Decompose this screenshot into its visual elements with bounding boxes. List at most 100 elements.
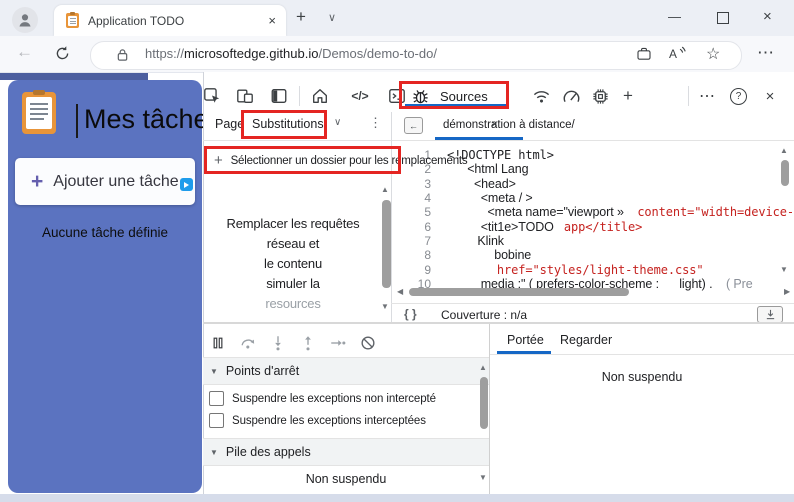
tab-close-icon[interactable]: × <box>268 13 276 28</box>
settings-more-button[interactable]: ⋯ <box>757 43 774 63</box>
code-line[interactable]: <meta / > <box>447 191 533 205</box>
devtools-more-button[interactable]: ⋯ <box>695 84 719 108</box>
tab-elements[interactable]: </> <box>348 84 372 108</box>
sources-tab-label[interactable]: Sources <box>440 89 488 104</box>
editor-scroll-down-icon[interactable]: ▼ <box>780 266 788 274</box>
todo-app-panel <box>8 80 202 493</box>
browser-tab[interactable]: Application TODO × <box>54 5 286 36</box>
gutter-line-number[interactable]: 8 <box>395 248 431 262</box>
inspect-icon <box>203 87 221 105</box>
translate-badge-icon <box>180 178 193 191</box>
code-line[interactable]: href="styles/light-theme.css" <box>447 263 704 277</box>
coverage-status: Couverture : n/a <box>441 308 527 322</box>
person-icon <box>17 12 33 28</box>
gutter-line-number[interactable]: 9 <box>395 263 431 277</box>
editor-scrollbar-thumb[interactable] <box>781 160 789 186</box>
tab-performance[interactable] <box>559 84 583 108</box>
window-close-button[interactable]: × <box>763 8 772 25</box>
add-task-label: Ajouter une tâche <box>53 173 178 191</box>
split-screen-button[interactable] <box>636 46 652 62</box>
clipboard-icon <box>22 92 56 134</box>
editor-tab-close-icon[interactable]: × <box>491 117 498 131</box>
code-line[interactable]: <tit1e>TODO app</title> <box>447 220 642 234</box>
lock-icon[interactable] <box>116 48 129 62</box>
editor-scroll-right-icon[interactable]: ▶ <box>784 288 790 296</box>
gutter-line-number[interactable]: 3 <box>395 177 431 191</box>
caught-exceptions-label[interactable]: Suspendre les exceptions interceptées <box>232 415 426 427</box>
editor-tab-label[interactable]: démonstration à distance/ <box>443 119 575 131</box>
code-line[interactable]: bobine <box>447 248 531 262</box>
debugger-scroll-up-icon[interactable]: ▲ <box>479 364 487 372</box>
code-line[interactable]: Klink <box>447 234 504 248</box>
bottom-panels-divider[interactable] <box>489 324 490 494</box>
focus-mode-button[interactable] <box>267 84 291 108</box>
watch-tab[interactable]: Regarder <box>560 333 612 347</box>
navigator-scrollbar-thumb[interactable] <box>382 200 391 288</box>
scroll-down-icon[interactable]: ▼ <box>381 303 389 311</box>
resources-link[interactable]: resources <box>203 296 383 311</box>
window-minimize-button[interactable]: — <box>668 9 681 24</box>
new-tab-button[interactable]: + <box>296 7 306 27</box>
navigator-tab-overrides[interactable]: Substitutions <box>252 117 324 131</box>
uncaught-exceptions-checkbox[interactable] <box>209 391 224 406</box>
step-into-button[interactable] <box>266 331 290 355</box>
read-aloud-button[interactable]: A <box>668 45 687 62</box>
editor-scroll-up-icon[interactable]: ▲ <box>780 147 788 155</box>
layout-panel-icon <box>270 87 288 105</box>
devtools-help-button[interactable]: ? <box>730 88 747 105</box>
step-over-button[interactable] <box>236 331 260 355</box>
pause-icon <box>210 335 226 351</box>
navigator-tab-page[interactable]: Page <box>215 117 244 131</box>
horizontal-splitter[interactable] <box>203 322 794 324</box>
editor-scroll-left-icon[interactable]: ◀ <box>397 288 403 296</box>
caught-exceptions-checkbox[interactable] <box>209 413 224 428</box>
profile-button[interactable] <box>12 7 38 33</box>
step-out-button[interactable] <box>296 331 320 355</box>
gutter-line-number[interactable]: 6 <box>395 220 431 234</box>
editor-tab-underline <box>435 137 523 140</box>
inspect-element-button[interactable] <box>200 84 224 108</box>
url-text[interactable]: https://microsoftedge.github.io/Demos/de… <box>145 46 437 61</box>
tab-network[interactable] <box>529 84 553 108</box>
navigator-kebab-icon[interactable]: ⋮ <box>369 115 382 131</box>
download-tray-icon <box>765 309 776 320</box>
scope-tab[interactable]: Portée <box>507 333 544 347</box>
debugger-scroll-down-icon[interactable]: ▼ <box>479 474 487 482</box>
window-maximize-button[interactable] <box>717 12 729 24</box>
breakpoints-section-header[interactable]: ▼ Points d'arrêt <box>203 358 489 385</box>
refresh-button[interactable] <box>54 45 71 62</box>
navigator-editor-divider[interactable] <box>391 112 392 322</box>
deactivate-breakpoints-button[interactable] <box>356 331 380 355</box>
tab-list-chevron-icon[interactable]: ∨ <box>328 11 336 24</box>
pause-button[interactable] <box>206 331 230 355</box>
code-line[interactable]: <head> <box>447 177 516 191</box>
editor-hscrollbar-thumb[interactable] <box>409 288 629 296</box>
toolbar-separator <box>299 86 300 106</box>
device-emulation-button[interactable] <box>233 84 257 108</box>
gutter-line-number[interactable]: 7 <box>395 234 431 248</box>
gutter-line-number[interactable]: 4 <box>395 191 431 205</box>
triangle-down-icon: ▼ <box>210 367 218 376</box>
back-button[interactable]: ← <box>16 42 33 62</box>
add-task-button[interactable]: + Ajouter une tâche <box>15 158 195 205</box>
uncaught-exceptions-row[interactable]: Suspendre les exceptions non intercepté <box>209 391 436 406</box>
tab-welcome[interactable] <box>308 84 332 108</box>
pretty-print-button[interactable]: { } <box>404 307 417 321</box>
hide-navigator-button[interactable]: ← <box>404 117 423 134</box>
scroll-up-icon[interactable]: ▲ <box>381 186 389 194</box>
code-line[interactable]: <meta name="viewport » content="width=de… <box>447 205 794 219</box>
step-out-icon <box>299 334 317 352</box>
debugger-scrollbar-thumb[interactable] <box>480 377 488 429</box>
drawer-toggle-button[interactable] <box>757 306 783 323</box>
add-tools-button[interactable]: + <box>616 84 640 108</box>
more-tabs-chevron-icon[interactable]: ∨ <box>334 117 341 128</box>
tab-memory[interactable] <box>588 84 612 108</box>
gutter-line-number[interactable]: 5 <box>395 205 431 219</box>
devtools-close-button[interactable]: × <box>758 84 782 108</box>
uncaught-exceptions-label[interactable]: Suspendre les exceptions non intercepté <box>232 393 436 405</box>
caught-exceptions-row[interactable]: Suspendre les exceptions interceptées <box>209 413 426 428</box>
call-stack-section-header[interactable]: ▼ Pile des appels <box>203 438 489 466</box>
select-folder-button[interactable]: + Sélectionner un dossier pour les rempl… <box>214 152 467 169</box>
step-button[interactable] <box>326 331 350 355</box>
favorites-star-icon[interactable]: ☆ <box>706 44 720 64</box>
